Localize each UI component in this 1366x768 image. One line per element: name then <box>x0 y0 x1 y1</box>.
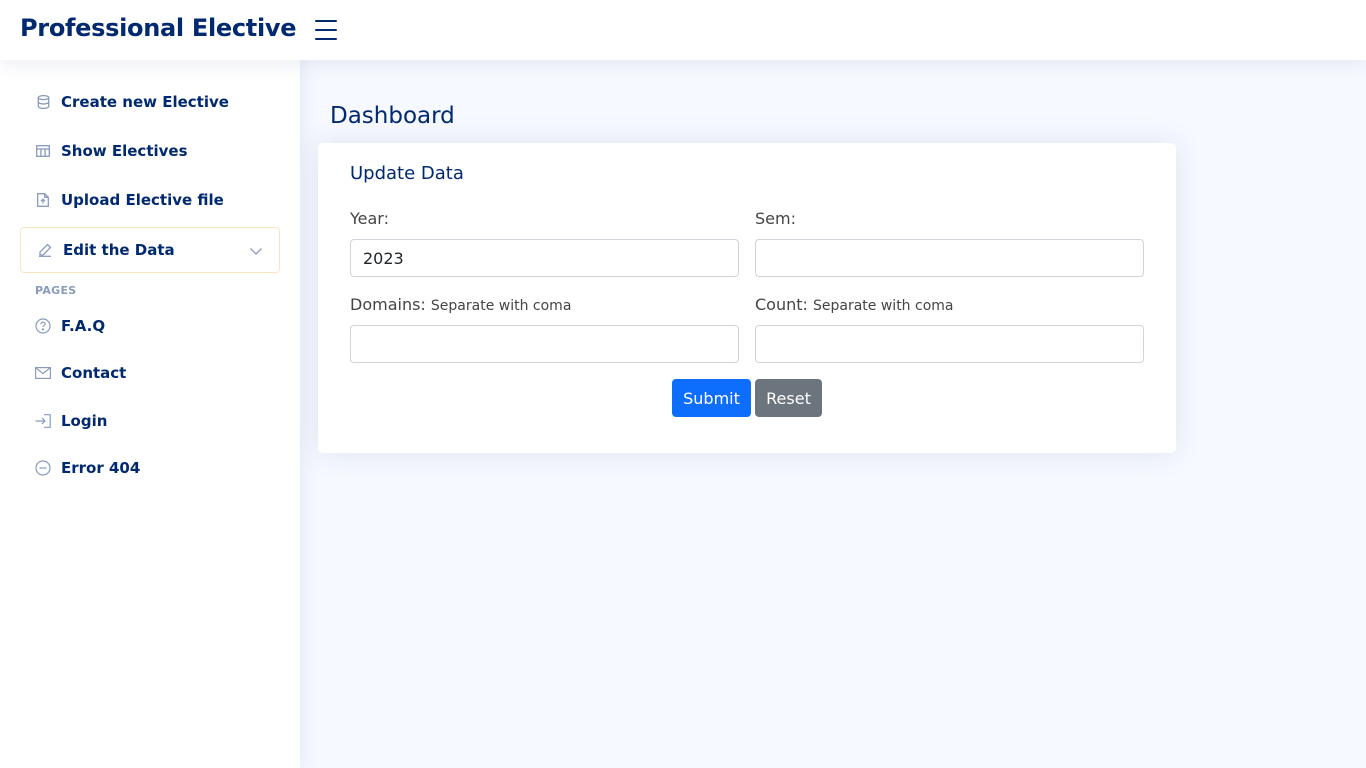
sidebar-item-create-elective[interactable]: Create new Elective <box>20 80 280 124</box>
sidebar-item-error-404[interactable]: Error 404 <box>20 446 280 490</box>
sidebar-item-edit-data[interactable]: Edit the Data <box>20 227 280 273</box>
sidebar-item-label: Upload Elective file <box>61 191 224 209</box>
pages-heading: PAGES <box>35 284 77 297</box>
submit-button[interactable]: Submit <box>672 379 751 417</box>
sidebar: Create new Elective Show Electives Uploa… <box>0 60 300 768</box>
count-label: Count: Separate with coma <box>755 295 954 314</box>
sidebar-item-label: Edit the Data <box>63 241 175 259</box>
sem-field[interactable] <box>755 239 1144 277</box>
envelope-icon <box>35 365 51 381</box>
count-label-text: Count: <box>755 295 808 314</box>
sidebar-item-show-electives[interactable]: Show Electives <box>20 129 280 173</box>
sidebar-item-login[interactable]: Login <box>20 399 280 443</box>
sem-label: Sem: <box>755 209 796 228</box>
sidebar-item-label: Error 404 <box>61 459 141 477</box>
top-header: Professional Elective <box>0 0 1366 60</box>
page-title: Dashboard <box>330 103 455 129</box>
question-circle-icon <box>35 318 51 334</box>
file-upload-icon <box>35 192 51 208</box>
reset-button[interactable]: Reset <box>755 379 822 417</box>
year-field[interactable] <box>350 239 739 277</box>
sidebar-item-faq[interactable]: F.A.Q <box>20 304 280 348</box>
update-data-card: Update Data Year: Sem: Domains: Separate… <box>318 143 1176 453</box>
login-icon <box>35 413 51 429</box>
pencil-icon <box>37 242 53 258</box>
sidebar-item-contact[interactable]: Contact <box>20 351 280 395</box>
dash-circle-icon <box>35 460 51 476</box>
domains-field[interactable] <box>350 325 739 363</box>
hamburger-icon[interactable] <box>315 19 337 41</box>
sidebar-item-label: Show Electives <box>61 142 188 160</box>
domains-label: Domains: Separate with coma <box>350 295 571 314</box>
count-field[interactable] <box>755 325 1144 363</box>
count-hint: Separate with coma <box>813 298 954 314</box>
database-icon <box>35 94 51 110</box>
domains-hint: Separate with coma <box>430 298 572 314</box>
year-label: Year: <box>350 209 389 228</box>
domains-label-text: Domains: <box>350 295 426 314</box>
sidebar-item-label: F.A.Q <box>61 317 106 335</box>
brand-logo[interactable]: Professional Elective <box>20 14 297 42</box>
chevron-down-icon[interactable] <box>249 243 263 257</box>
sidebar-item-upload-file[interactable]: Upload Elective file <box>20 178 280 222</box>
sidebar-item-label: Create new Elective <box>61 93 229 111</box>
card-title: Update Data <box>350 163 464 184</box>
sidebar-item-label: Contact <box>61 364 127 382</box>
table-icon <box>35 143 51 159</box>
sidebar-item-label: Login <box>61 412 108 430</box>
